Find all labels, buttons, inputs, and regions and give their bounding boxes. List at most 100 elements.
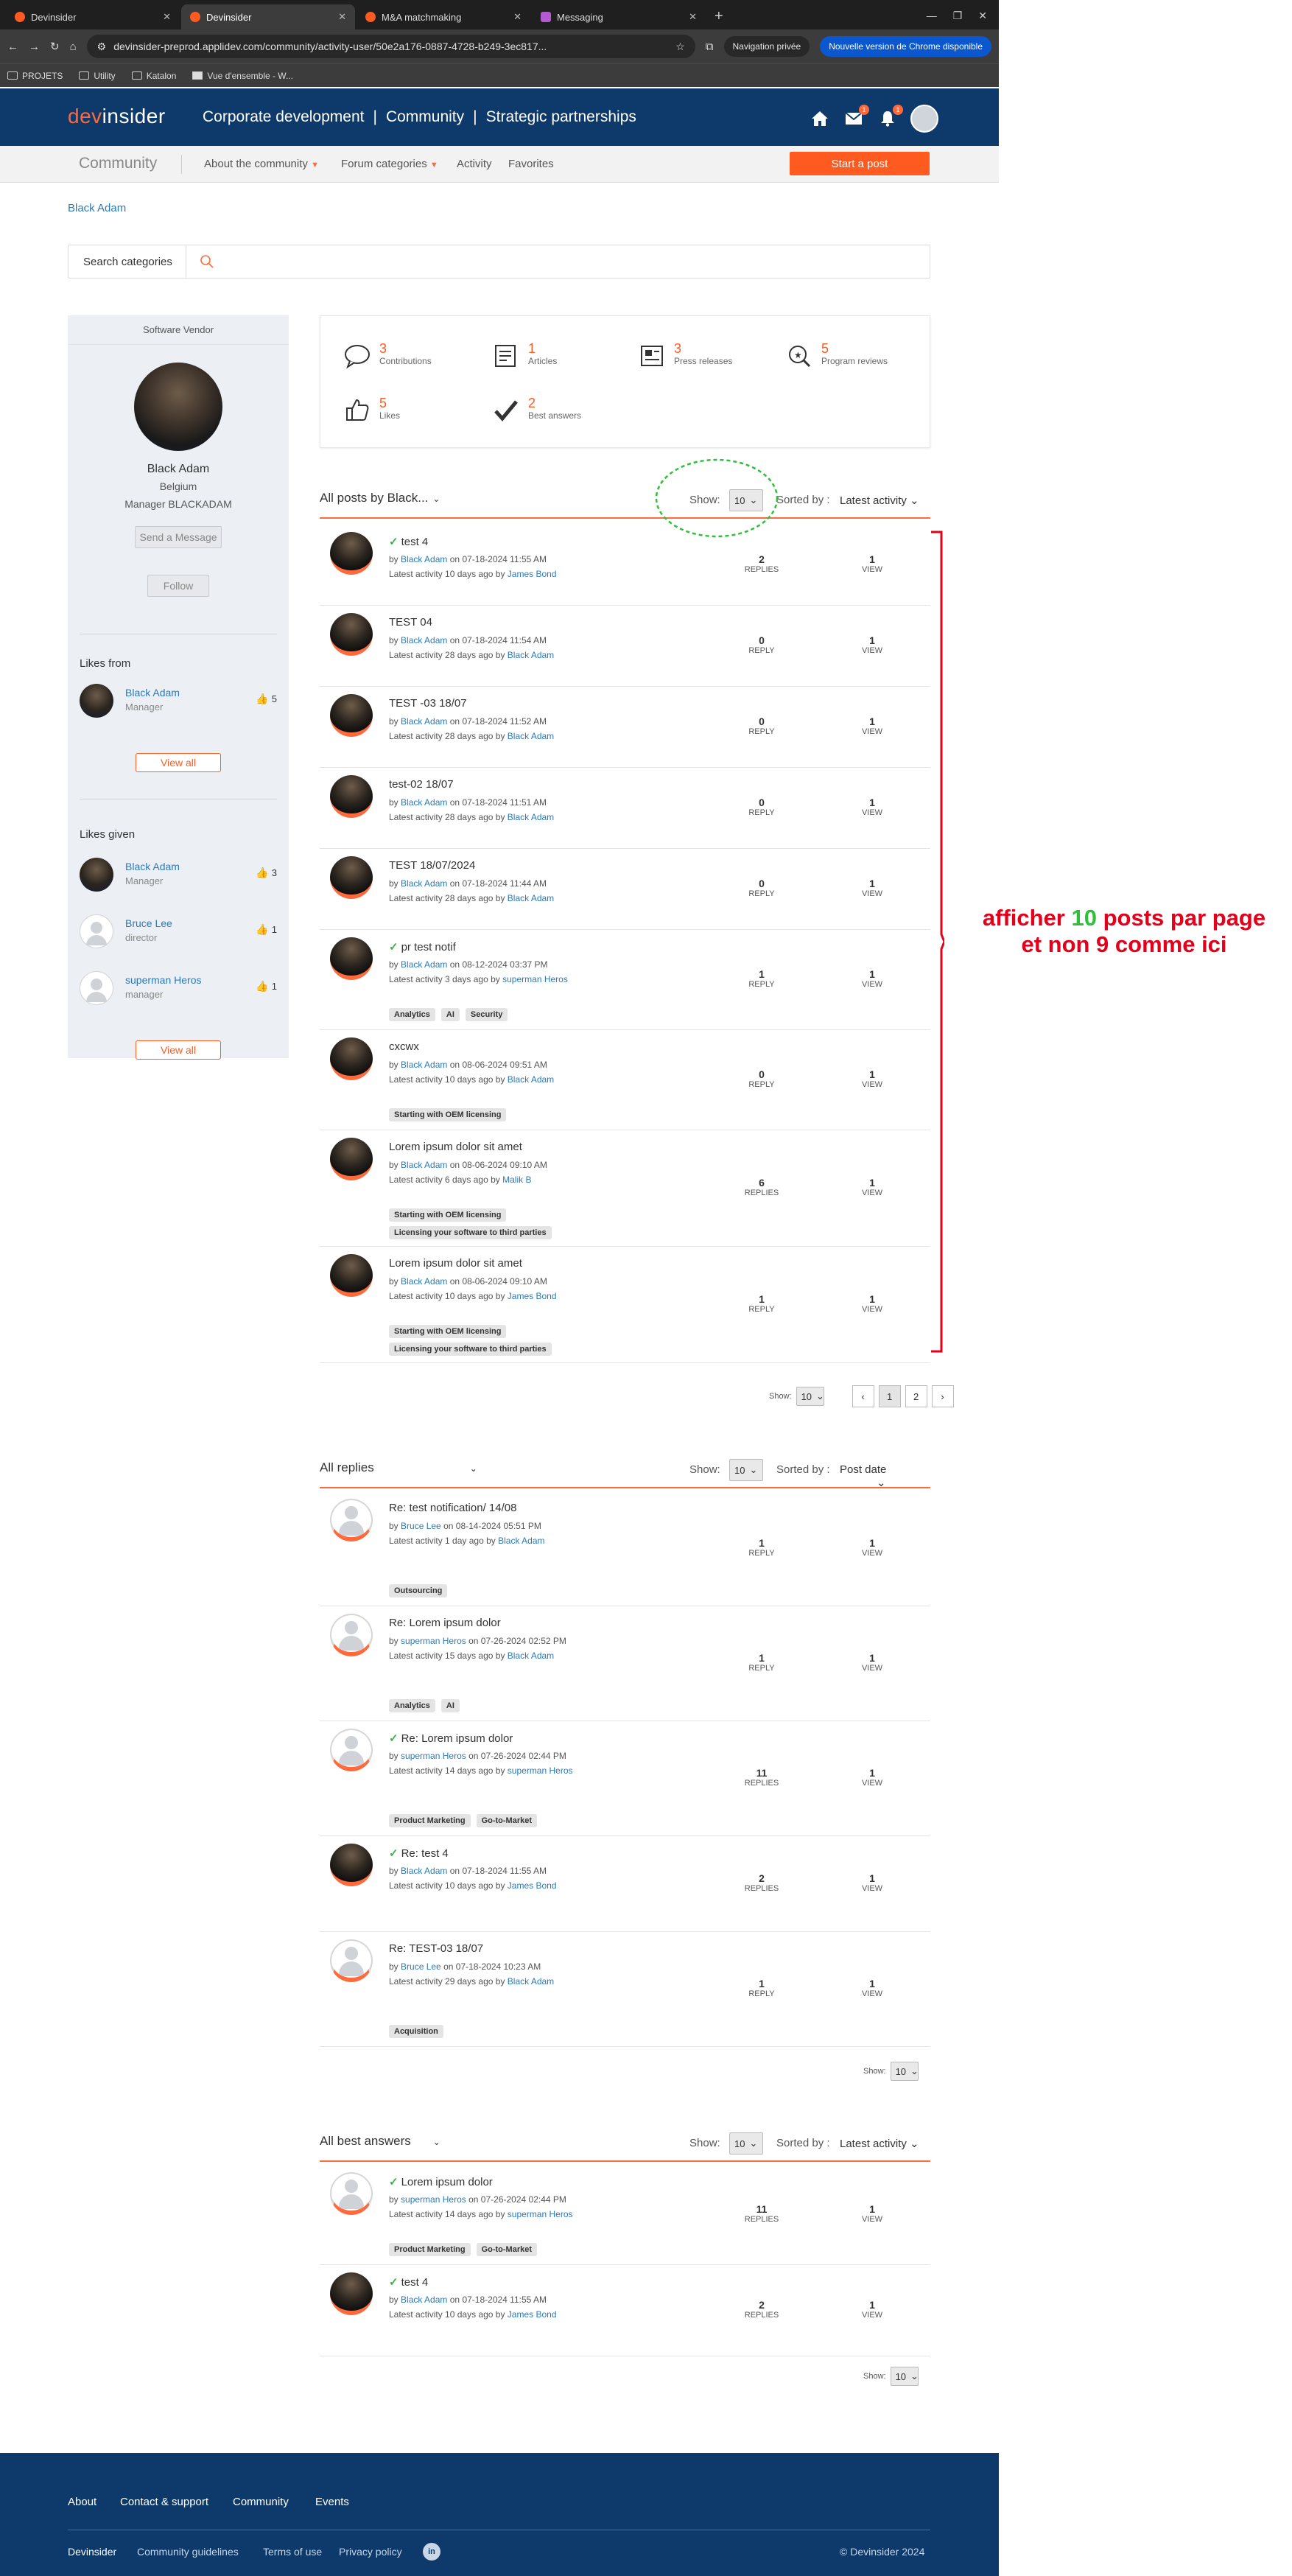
sort-select[interactable]: Latest activity ⌄ [840,494,919,507]
bookmark-link[interactable]: Vue d'ensemble - W... [192,71,293,81]
post-title[interactable]: cxcwx [389,1040,419,1053]
last-author-link[interactable]: superman Heros [508,1765,573,1776]
new-tab-icon[interactable]: + [707,8,731,29]
page-size-select[interactable]: 10 ⌄ [729,1459,763,1481]
tag[interactable]: Analytics [389,1008,435,1021]
user-name[interactable]: superman Heros [125,974,202,986]
last-author-link[interactable]: Black Adam [508,1651,554,1661]
stat-press-releases[interactable]: 3 Press releases [637,341,732,371]
page-size-select[interactable]: 10 ⌄ [796,1387,824,1406]
browser-tab[interactable]: M&A matchmaking ✕ [357,4,530,29]
tag[interactable]: Licensing your software to third parties [389,1343,552,1356]
footer-privacy[interactable]: Privacy policy [339,2546,402,2558]
best-answers-filter-dropdown[interactable]: All best answers ⌄ [320,2134,440,2149]
stat-contributions[interactable]: 3 Contributions [343,341,432,371]
post-row[interactable]: TEST 18/07/2024 by Black Adam on 07-18-20… [320,849,930,930]
last-author-link[interactable]: James Bond [508,1880,557,1891]
last-author-link[interactable]: Malik B [502,1175,531,1185]
last-author-link[interactable]: Black Adam [508,731,554,741]
post-row[interactable]: TEST -03 18/07 by Black Adam on 07-18-202… [320,687,930,768]
tag[interactable]: Security [465,1008,508,1021]
bell-icon[interactable]: 1 [877,105,903,130]
search-icon[interactable] [197,251,217,272]
search-categories[interactable]: Search categories [68,245,930,279]
tag[interactable]: Acquisition [389,2025,443,2038]
tag[interactable]: AI [440,1008,460,1021]
home-icon[interactable]: ⌂ [70,41,77,53]
post-row[interactable]: ✓ test 4 by Black Adam on 07-18-2024 11:55… [320,2265,930,2356]
post-title[interactable]: ✓ pr test notif [389,940,456,953]
author-avatar[interactable] [330,1939,373,1982]
last-author-link[interactable]: Black Adam [508,650,554,660]
menu-forum-categories[interactable]: Forum categories ▼ [341,158,438,170]
footer-events[interactable]: Events [315,2496,349,2508]
post-title[interactable]: ✓ Lorem ipsum dolor [389,2175,493,2188]
author-avatar[interactable] [330,694,373,737]
author-avatar[interactable] [330,937,373,980]
view-all-button[interactable]: View all [136,753,221,772]
last-author-link[interactable]: superman Heros [508,2209,573,2219]
menu-favorites[interactable]: Favorites [508,158,554,170]
sort-select[interactable]: Post date ⌄ [840,1463,930,1489]
post-row[interactable]: Lorem ipsum dolor sit amet by Black Adam … [320,1130,930,1247]
extensions-icon[interactable]: ⧉ [706,41,714,53]
close-icon[interactable]: ✕ [163,11,171,23]
author-avatar[interactable] [330,1844,373,1886]
close-icon[interactable]: ✕ [338,11,346,23]
page-1-button[interactable]: 1 [878,1385,901,1407]
post-row[interactable]: ✓ Re: test 4 by Black Adam on 07-18-2024 1… [320,1836,930,1932]
bookmark-folder[interactable]: Utility [79,71,116,81]
author-avatar[interactable] [330,775,373,818]
last-author-link[interactable]: James Bond [508,569,557,579]
tag[interactable]: Product Marketing [389,2243,471,2256]
post-row[interactable]: Lorem ipsum dolor sit amet by Black Adam … [320,1247,930,1363]
author-avatar[interactable] [330,856,373,899]
tag[interactable]: Starting with OEM licensing [389,1108,507,1121]
stat-likes[interactable]: 5 Likes [343,396,400,425]
nav-strategic-partnerships[interactable]: Strategic partnerships [486,108,636,126]
user-name[interactable]: Black Adam [125,861,180,872]
author-avatar[interactable] [330,1499,373,1541]
page-size-select[interactable]: 10 ⌄ [890,2062,919,2081]
breadcrumb[interactable]: Black Adam [68,202,126,214]
post-row[interactable]: ✓ pr test notif by Black Adam on 08-12-202… [320,930,930,1030]
post-title[interactable]: ✓ test 4 [389,535,428,548]
author-link[interactable]: Bruce Lee [401,1961,441,1972]
post-row[interactable]: test-02 18/07 by Black Adam on 07-18-2024… [320,768,930,849]
footer-terms[interactable]: Terms of use [263,2546,322,2558]
author-link[interactable]: Black Adam [401,797,447,808]
post-title[interactable]: Lorem ipsum dolor sit amet [389,1257,522,1270]
last-author-link[interactable]: Black Adam [508,893,554,903]
tag[interactable]: Analytics [389,1699,435,1712]
site-info-icon[interactable]: ⚙ [97,41,107,53]
author-link[interactable]: Black Adam [401,1866,447,1876]
author-link[interactable]: Black Adam [401,959,447,970]
footer-community[interactable]: Community [233,2496,289,2508]
posts-filter-dropdown[interactable]: All posts by Black... ⌄ [320,491,440,505]
post-title[interactable]: ✓ Re: Lorem ipsum dolor [389,1732,513,1745]
author-avatar[interactable] [330,1138,373,1180]
home-icon[interactable] [809,108,831,130]
post-title[interactable]: TEST 18/07/2024 [389,859,475,872]
view-all-button[interactable]: View all [136,1040,221,1060]
author-avatar[interactable] [330,532,373,575]
author-avatar[interactable] [330,1729,373,1771]
bookmark-star-icon[interactable]: ☆ [675,41,685,53]
maximize-icon[interactable]: ❐ [953,10,963,22]
author-link[interactable]: Black Adam [401,554,447,564]
last-author-link[interactable]: Black Adam [508,812,554,822]
footer-brand[interactable]: Devinsider [68,2546,116,2558]
menu-about-community[interactable]: About the community ▼ [204,158,319,170]
linkedin-icon[interactable]: in [423,2543,440,2561]
author-link[interactable]: Black Adam [401,716,447,727]
post-row[interactable]: Re: test notification/ 14/08 by Bruce Lee… [320,1491,930,1606]
tag[interactable]: Product Marketing [389,1814,471,1827]
footer-guidelines[interactable]: Community guidelines [137,2546,239,2558]
devinsider-logo[interactable]: devinsider [68,105,166,128]
author-avatar[interactable] [330,2272,373,2315]
tag[interactable]: Starting with OEM licensing [389,1208,507,1222]
prev-page-button[interactable]: ‹ [852,1385,874,1407]
mail-icon[interactable]: 1 [843,105,869,130]
user-name[interactable]: Black Adam [125,687,180,699]
community-brand[interactable]: Community [79,155,157,172]
